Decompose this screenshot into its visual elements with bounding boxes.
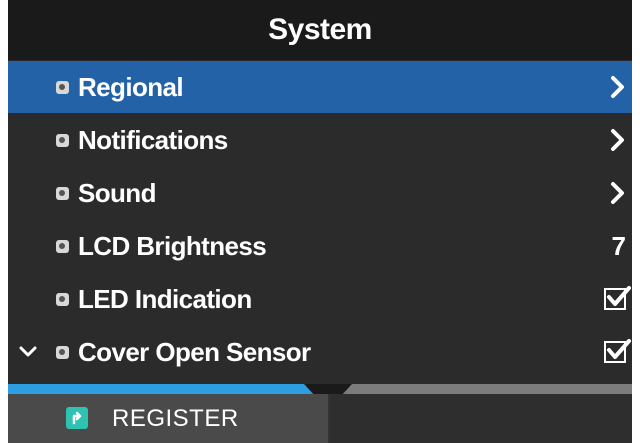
lock-icon: [56, 81, 69, 94]
chevron-right-icon: [610, 61, 626, 113]
footer: REGISTER: [8, 394, 632, 443]
checkmark-icon: [607, 286, 631, 306]
page-title: System: [268, 13, 372, 46]
row-lcd-brightness[interactable]: LCD Brightness 7: [8, 220, 632, 272]
row-led-indication[interactable]: LED Indication: [8, 273, 632, 325]
row-label: Notifications: [78, 125, 228, 155]
register-button[interactable]: REGISTER: [8, 394, 328, 443]
led-indication-checkbox[interactable]: [604, 286, 631, 310]
register-icon: [66, 407, 88, 429]
row-label: Regional: [78, 72, 184, 102]
row-cover-open-sensor[interactable]: Cover Open Sensor: [8, 326, 632, 378]
lock-icon: [56, 293, 69, 306]
title-bar: System: [8, 0, 632, 60]
lock-icon: [56, 346, 69, 359]
chevron-down-icon: [16, 326, 40, 378]
chevron-right-icon: [610, 167, 626, 219]
row-label: Cover Open Sensor: [78, 337, 311, 367]
row-label: LCD Brightness: [78, 231, 267, 261]
row-sound[interactable]: Sound: [8, 167, 632, 219]
lock-icon: [56, 134, 69, 147]
row-label: LED Indication: [78, 284, 252, 314]
scroll-progress-fill: [8, 384, 320, 394]
chevron-right-icon: [610, 114, 626, 166]
system-screen: System Regional Notifications Sound LCD …: [8, 0, 632, 443]
settings-list: Regional Notifications Sound LCD Brightn…: [8, 61, 632, 379]
row-label: Sound: [78, 178, 156, 208]
cover-open-sensor-checkbox[interactable]: [604, 339, 631, 363]
register-label: REGISTER: [112, 405, 239, 432]
brightness-value: 7: [611, 230, 626, 261]
row-regional[interactable]: Regional: [8, 61, 632, 113]
lock-icon: [56, 240, 69, 253]
footer-empty-slot: [330, 394, 632, 443]
checkmark-icon: [607, 339, 631, 359]
row-notifications[interactable]: Notifications: [8, 114, 632, 166]
lock-icon: [56, 187, 69, 200]
